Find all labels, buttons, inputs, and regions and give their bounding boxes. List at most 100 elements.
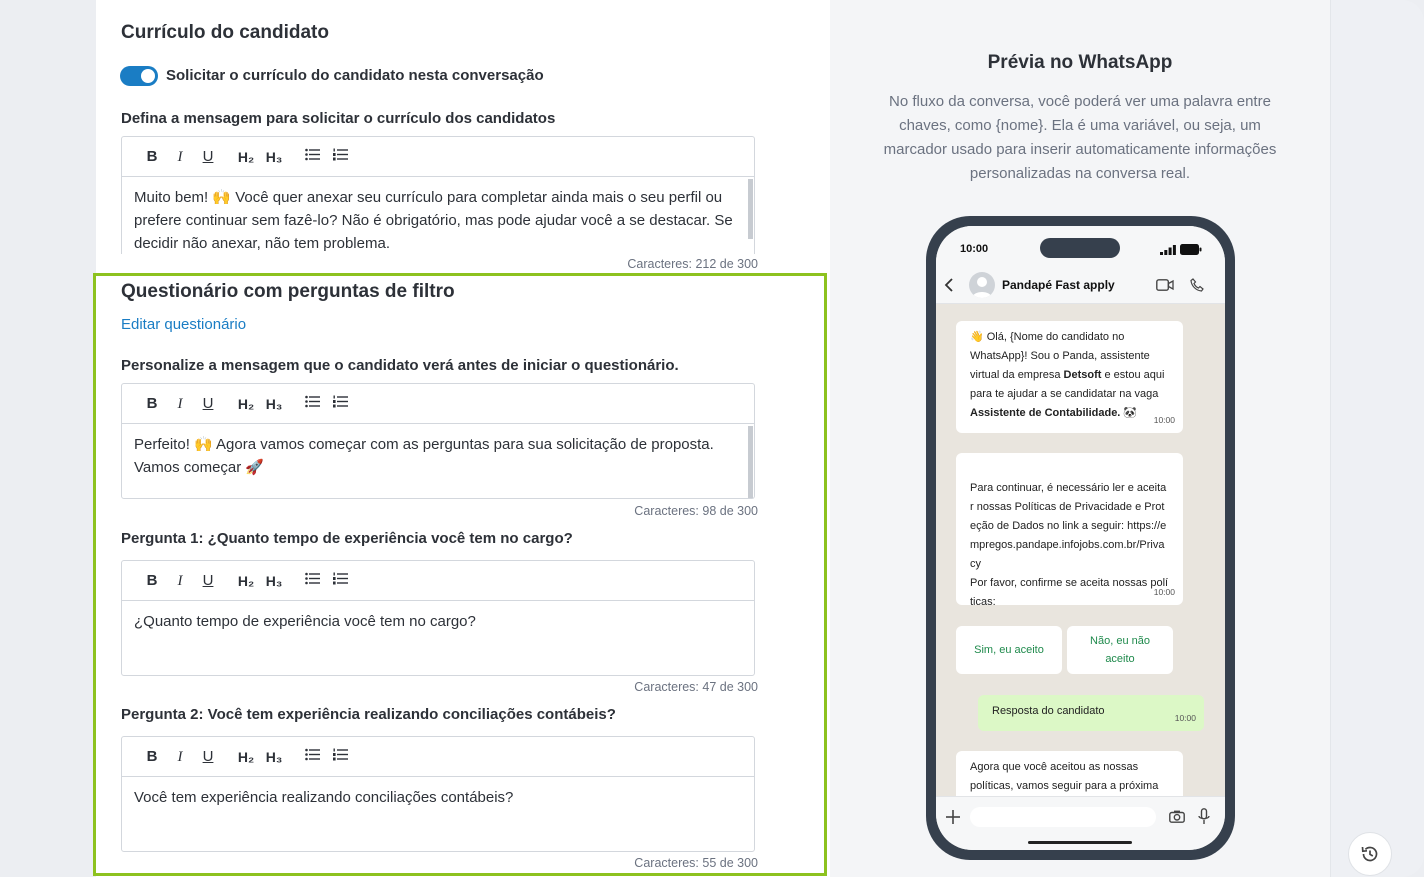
underline-button[interactable]: U	[194, 747, 222, 767]
bullet-list-icon	[304, 148, 320, 160]
question-2-char-counter: Caracteres: 55 de 300	[634, 856, 758, 870]
request-cv-toggle-label: Solicitar o currículo do candidato nesta…	[166, 67, 544, 84]
quick-reply-accept[interactable]: Sim, eu aceito	[956, 626, 1062, 674]
candidate-reply: Resposta do candidato 10:00	[978, 695, 1204, 731]
privacy-text: Para continuar, é necessário ler e aceit…	[970, 482, 1169, 608]
toggle-knob	[141, 69, 155, 83]
editor-scrollbar[interactable]	[748, 426, 753, 498]
bullet-list-button[interactable]	[298, 147, 326, 167]
bullet-list-icon	[304, 572, 320, 584]
video-call-icon[interactable]	[1156, 279, 1174, 291]
app-frame: Currículo do candidato Solicitar o currí…	[0, 0, 1424, 877]
heading3-button[interactable]: H₃	[260, 394, 288, 414]
heading2-button[interactable]: H₂	[232, 147, 260, 167]
message-time: 10:00	[1153, 415, 1175, 425]
phone-status-bar: 10:00	[936, 226, 1225, 266]
numbered-list-button[interactable]	[326, 147, 354, 167]
italic-button[interactable]: I	[166, 747, 194, 767]
bold-button[interactable]: B	[138, 747, 166, 767]
microphone-icon[interactable]	[1198, 808, 1210, 825]
numbered-list-button[interactable]	[326, 571, 354, 591]
curriculum-title: Currículo do candidato	[121, 22, 329, 43]
bot-message-welcome: 👋 Olá, {Nome do candidato no WhatsApp}! …	[956, 321, 1183, 433]
history-button[interactable]	[1348, 832, 1392, 876]
intro-message-label: Personalize a mensagem que o candidato v…	[121, 357, 679, 374]
request-cv-toggle[interactable]	[120, 66, 158, 86]
bot-message-privacy: Para continuar, é necessário ler e aceit…	[956, 453, 1183, 608]
editor-toolbar: B I U H₂ H₃	[122, 561, 754, 601]
bullet-list-button[interactable]	[298, 394, 326, 414]
cv-message-text[interactable]: Muito bem! 🙌 Você quer anexar seu curríc…	[122, 177, 754, 253]
user-avatar-icon	[972, 277, 992, 298]
contact-name: Pandapé Fast apply	[1002, 278, 1115, 292]
editor-scrollbar[interactable]	[748, 179, 753, 239]
phone-mockup: 10:00 Pandapé Fast apply 👋 Olá, {Nome do…	[926, 216, 1235, 860]
cv-char-counter: Caracteres: 212 de 300	[627, 257, 758, 271]
cv-message-label: Defina a mensagem para solicitar o currí…	[121, 110, 556, 127]
candidate-reply-text: Resposta do candidato	[992, 705, 1105, 717]
bullet-list-icon	[304, 395, 320, 407]
numbered-list-button[interactable]	[326, 394, 354, 414]
heading2-button[interactable]: H₂	[232, 394, 260, 414]
editor-toolbar: B I U H₂ H₃	[122, 384, 754, 424]
intro-message-editor: B I U H₂ H₃ Perfeito! 🙌 Agora vamos come…	[121, 383, 755, 499]
question-1-editor: B I U H₂ H₃ ¿Quanto tempo de experiência…	[121, 560, 755, 676]
heading3-button[interactable]: H₃	[260, 147, 288, 167]
bullet-list-button[interactable]	[298, 571, 326, 591]
message-input[interactable]	[970, 807, 1156, 827]
history-icon	[1361, 846, 1378, 862]
bold-button[interactable]: B	[138, 571, 166, 591]
italic-button[interactable]: I	[166, 571, 194, 591]
intro-char-counter: Caracteres: 98 de 300	[634, 504, 758, 518]
phone-screen: 10:00 Pandapé Fast apply 👋 Olá, {Nome do…	[936, 226, 1225, 850]
back-arrow-icon[interactable]	[944, 278, 954, 292]
message-time: 10:00	[1174, 713, 1196, 723]
question-2-text[interactable]: Você tem experiência realizando concilia…	[122, 777, 754, 851]
numbered-list-button[interactable]	[326, 747, 354, 767]
dynamic-island	[1040, 238, 1120, 258]
welcome-text-part3: 🐼	[1120, 407, 1138, 419]
italic-button[interactable]: I	[166, 147, 194, 167]
numbered-list-icon	[332, 572, 348, 584]
bullet-list-icon	[304, 748, 320, 760]
camera-icon[interactable]	[1169, 810, 1185, 823]
underline-button[interactable]: U	[194, 571, 222, 591]
underline-button[interactable]: U	[194, 147, 222, 167]
company-name: Detsoft	[1063, 369, 1102, 381]
battery-icon	[1180, 244, 1202, 255]
home-indicator	[1028, 841, 1132, 844]
right-gutter	[1330, 0, 1424, 877]
questionnaire-title: Questionário com perguntas de filtro	[121, 281, 455, 302]
numbered-list-icon	[332, 748, 348, 760]
next-step-text: Agora que você aceitou as nossas polític…	[970, 761, 1159, 792]
underline-button[interactable]: U	[194, 394, 222, 414]
bullet-list-button[interactable]	[298, 747, 326, 767]
editor-toolbar: B I U H₂ H₃	[122, 737, 754, 777]
phone-call-icon[interactable]	[1190, 278, 1204, 292]
heading2-button[interactable]: H₂	[232, 571, 260, 591]
job-title: Assistente de Contabilidade.	[970, 407, 1121, 419]
avatar[interactable]	[969, 272, 995, 298]
question-2-editor: B I U H₂ H₃ Você tem experiência realiza…	[121, 736, 755, 852]
signal-icon	[1160, 245, 1176, 255]
question-1-char-counter: Caracteres: 47 de 300	[634, 680, 758, 694]
bold-button[interactable]: B	[138, 147, 166, 167]
question-2-label: Pergunta 2: Você tem experiência realiza…	[121, 706, 616, 723]
numbered-list-icon	[332, 148, 348, 160]
preview-description: No fluxo da conversa, você poderá ver um…	[883, 93, 1277, 182]
editor-toolbar: B I U H₂ H₃	[122, 137, 754, 177]
question-1-text[interactable]: ¿Quanto tempo de experiência você tem no…	[122, 601, 754, 675]
heading3-button[interactable]: H₃	[260, 571, 288, 591]
heading3-button[interactable]: H₃	[260, 747, 288, 767]
chat-header: Pandapé Fast apply	[936, 266, 1225, 304]
intro-message-text[interactable]: Perfeito! 🙌 Agora vamos começar com as p…	[122, 424, 754, 498]
edit-questionnaire-link[interactable]: Editar questionário	[121, 316, 246, 333]
numbered-list-icon	[332, 395, 348, 407]
quick-reply-decline[interactable]: Não, eu não aceito	[1067, 626, 1173, 674]
bold-button[interactable]: B	[138, 394, 166, 414]
plus-icon[interactable]	[946, 810, 960, 824]
heading2-button[interactable]: H₂	[232, 747, 260, 767]
question-1-label: Pergunta 1: ¿Quanto tempo de experiência…	[121, 530, 573, 547]
chat-input-bar	[936, 796, 1225, 850]
italic-button[interactable]: I	[166, 394, 194, 414]
